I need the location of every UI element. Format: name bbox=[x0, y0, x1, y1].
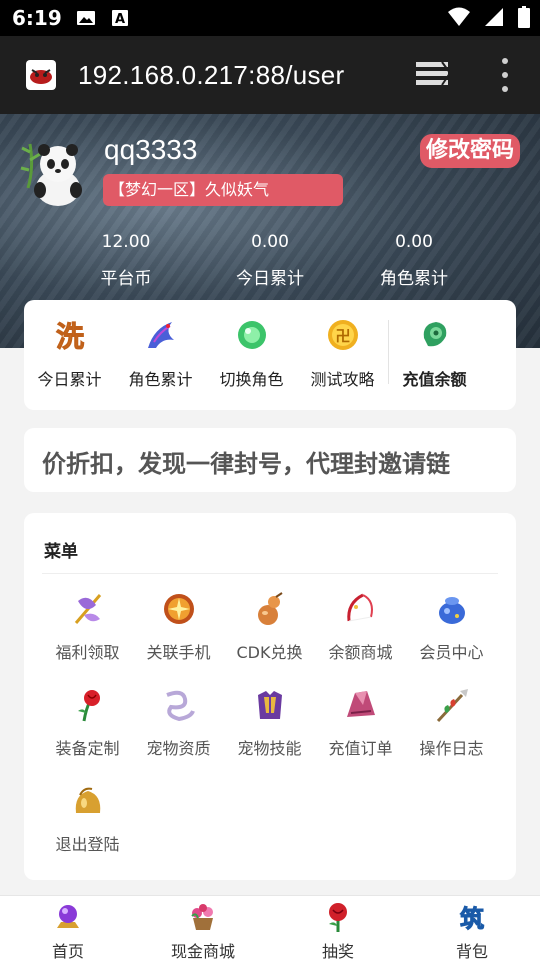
font-notification-icon: A bbox=[111, 10, 128, 27]
menu-item-welfare[interactable]: 福利领取 bbox=[42, 591, 133, 663]
pink-robe-icon bbox=[346, 691, 375, 717]
menu-item-pet-skill[interactable]: 宠物技能 bbox=[224, 687, 315, 759]
nav-label: 背包 bbox=[455, 942, 488, 960]
menu-item-equip-custom[interactable]: 装备定制 bbox=[42, 687, 133, 759]
nav-lottery[interactable]: 抽奖 bbox=[278, 902, 398, 960]
red-rose-icon bbox=[329, 903, 347, 932]
gold-coin-icon: 卍 bbox=[327, 320, 358, 350]
menu-item-cdk-redeem[interactable]: CDK兑换 bbox=[224, 591, 315, 663]
gourd-icon bbox=[257, 592, 283, 625]
blue-pot-icon bbox=[438, 597, 465, 624]
ribbon-icon bbox=[165, 690, 195, 722]
menu-label: 余额商城 bbox=[328, 643, 393, 662]
nav-label: 现金商城 bbox=[170, 942, 235, 960]
menu-item-logout[interactable]: 退出登陆 bbox=[42, 783, 133, 855]
gold-bell-icon bbox=[75, 787, 100, 813]
menu-item-operation-log[interactable]: 操作日志 bbox=[406, 687, 497, 759]
image-notification-icon bbox=[76, 11, 95, 25]
site-favicon bbox=[26, 60, 56, 90]
menu-item-member-center[interactable]: 会员中心 bbox=[406, 591, 497, 663]
svg-text:A: A bbox=[115, 12, 125, 27]
menu-card: 菜单 福利领取 关联手机 CDK兑换 余额商城 会员中心 装备定制 宠物资质 宠… bbox=[24, 513, 516, 880]
quick-label: 今日累计 bbox=[37, 370, 102, 389]
status-bar: 6:19 A bbox=[0, 0, 540, 36]
wash-icon: 洗 bbox=[55, 320, 84, 354]
quick-test-guide[interactable]: 卍 测试攻略 bbox=[297, 318, 388, 410]
url-text[interactable]: 192.168.0.217:88/user bbox=[78, 60, 345, 91]
menu-label: 宠物技能 bbox=[237, 739, 302, 758]
stat-label: 平台币 bbox=[100, 269, 152, 289]
quick-recharge-balance[interactable]: 充值余额 bbox=[389, 318, 480, 410]
stat-value: 12.00 bbox=[101, 232, 151, 252]
menu-title: 菜单 bbox=[44, 542, 78, 562]
nav-label: 首页 bbox=[51, 942, 84, 960]
menu-label: 福利领取 bbox=[55, 643, 120, 662]
svg-text:洗: 洗 bbox=[55, 320, 83, 352]
change-password-button[interactable]: 修改密码 bbox=[419, 134, 520, 168]
menu-item-balance-mall[interactable]: 余额商城 bbox=[315, 591, 406, 663]
crystal-ball-icon bbox=[57, 905, 79, 928]
browser-toolbar: 192.168.0.217:88/user bbox=[0, 36, 540, 114]
green-orb-icon bbox=[237, 321, 266, 349]
nav-home[interactable]: 首页 bbox=[8, 902, 128, 960]
stat-role-total: 0.00 角色累计 bbox=[344, 232, 484, 289]
gift-staff-icon bbox=[74, 594, 101, 624]
nav-cash-mall[interactable]: 现金商城 bbox=[143, 902, 263, 960]
panda-avatar-icon bbox=[20, 143, 82, 206]
quick-label: 切换角色 bbox=[219, 370, 284, 389]
menu-item-recharge-orders[interactable]: 充值订单 bbox=[315, 687, 406, 759]
nav-backpack[interactable]: 筑 背包 bbox=[412, 902, 532, 960]
menu-label: 装备定制 bbox=[55, 739, 120, 758]
notice-banner: 价折扣，发现一律封号，代理封邀请链 bbox=[24, 428, 516, 492]
status-time: 6:19 bbox=[12, 6, 62, 30]
stat-today-total: 0.00 今日累计 bbox=[200, 232, 340, 289]
menu-label: 宠物资质 bbox=[146, 739, 211, 758]
quick-label: 角色累计 bbox=[128, 370, 193, 389]
stat-label: 今日累计 bbox=[236, 269, 304, 289]
wifi-icon bbox=[448, 7, 470, 26]
menu-label: 退出登陆 bbox=[55, 835, 120, 854]
stat-label: 角色累计 bbox=[380, 269, 448, 289]
quick-label: 测试攻略 bbox=[310, 370, 375, 389]
stat-value: 0.00 bbox=[395, 232, 433, 252]
red-bow-icon bbox=[346, 593, 373, 622]
menu-label: CDK兑换 bbox=[236, 643, 303, 662]
quick-switch-role[interactable]: 切换角色 bbox=[206, 318, 297, 410]
quick-actions-card: 洗 今日累计 角色累计 切换角色 卍 测试攻略 充值余额 bbox=[24, 300, 516, 410]
notice-text: 价折扣，发现一律封号，代理封邀请链 bbox=[42, 450, 450, 478]
svg-text:卍: 卍 bbox=[335, 327, 350, 345]
quick-role-total[interactable]: 角色累计 bbox=[115, 318, 206, 410]
menu-label: 操作日志 bbox=[419, 739, 484, 758]
jade-icon bbox=[423, 322, 446, 347]
server-badge: 【梦幻一区】久似妖气 bbox=[103, 174, 343, 206]
signal-icon bbox=[485, 8, 503, 26]
menu-label: 会员中心 bbox=[419, 643, 484, 662]
username: qq3333 bbox=[104, 134, 198, 165]
nav-label: 抽奖 bbox=[321, 942, 354, 960]
armor-icon bbox=[257, 691, 282, 719]
tabs-menu-icon[interactable] bbox=[416, 58, 450, 92]
orange-token-icon bbox=[163, 594, 194, 624]
blue-glyph-icon: 筑 bbox=[460, 905, 485, 934]
flower-basket-icon bbox=[191, 904, 213, 930]
battery-icon bbox=[518, 6, 530, 28]
stat-platform-coin: 12.00 平台币 bbox=[56, 232, 196, 289]
divider bbox=[42, 573, 498, 574]
bottom-navigation: 首页 现金商城 抽奖 筑 背包 bbox=[0, 895, 540, 960]
menu-item-link-phone[interactable]: 关联手机 bbox=[133, 591, 224, 663]
svg-text:筑: 筑 bbox=[460, 905, 484, 932]
more-options-icon[interactable] bbox=[500, 58, 510, 92]
blue-dragon-icon bbox=[147, 322, 174, 348]
quick-today-total[interactable]: 洗 今日累计 bbox=[24, 318, 115, 410]
menu-label: 关联手机 bbox=[146, 643, 211, 662]
quick-label: 充值余额 bbox=[402, 370, 467, 389]
spear-icon bbox=[436, 689, 468, 723]
stat-value: 0.00 bbox=[251, 232, 289, 252]
rose-icon bbox=[77, 690, 100, 722]
menu-label: 充值订单 bbox=[328, 739, 393, 758]
menu-item-pet-aptitude[interactable]: 宠物资质 bbox=[133, 687, 224, 759]
